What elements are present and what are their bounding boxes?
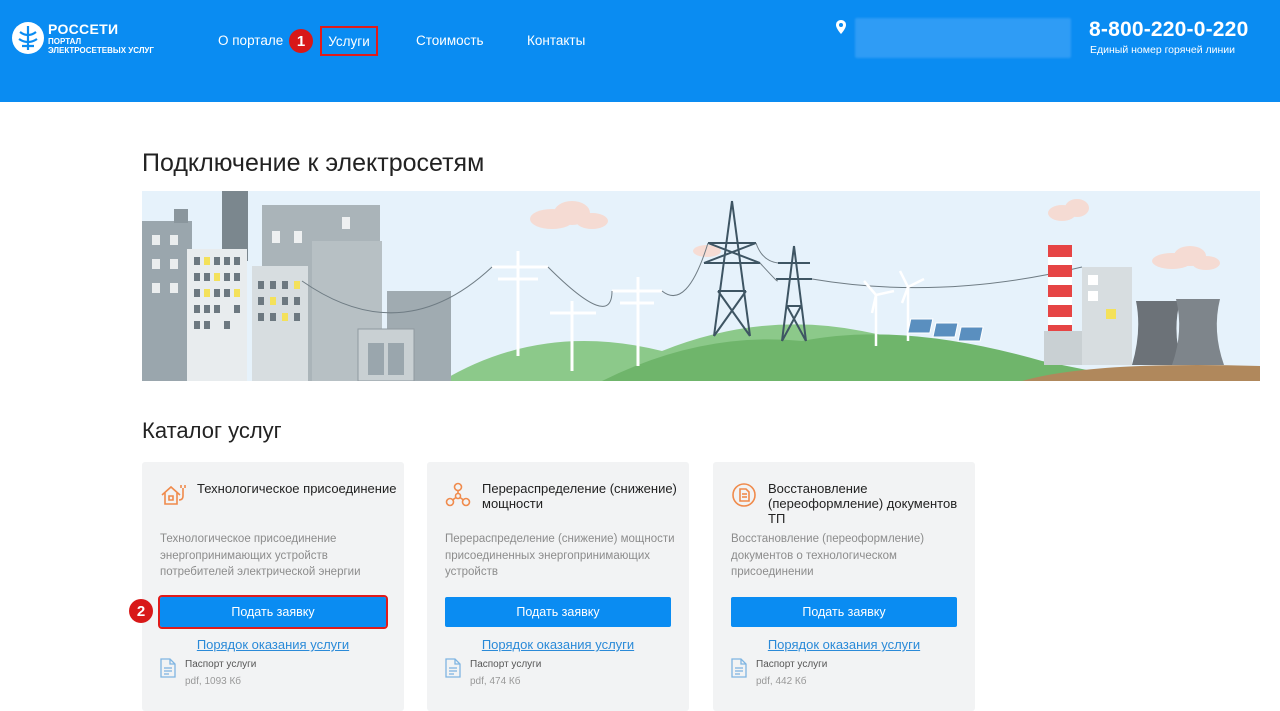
logo-icon bbox=[12, 22, 44, 54]
service-passport-link[interactable]: Паспорт услуги bbox=[185, 659, 256, 670]
service-procedure-link[interactable]: Порядок оказания услуги bbox=[142, 637, 404, 652]
step-badge-1: 1 bbox=[289, 29, 313, 53]
grid-connection-banner bbox=[142, 191, 1260, 381]
service-card-tech-connection: Технологическое присоединение Технологич… bbox=[129, 462, 404, 711]
submit-application-button[interactable]: Подать заявку bbox=[731, 597, 957, 627]
submit-application-button[interactable]: Подать заявку bbox=[445, 597, 671, 627]
catalog-title: Каталог услуг bbox=[142, 418, 282, 443]
service-procedure-link[interactable]: Порядок оказания услуги bbox=[713, 637, 975, 652]
file-meta: pdf, 442 Кб bbox=[756, 676, 807, 687]
region-selector[interactable] bbox=[855, 18, 1071, 58]
page-title: Подключение к электросетям bbox=[142, 149, 485, 177]
card-title: Восстановление (переоформление) документ… bbox=[768, 481, 958, 526]
hotline-caption: Единый номер горячей линии bbox=[1090, 44, 1236, 56]
card-title: Технологическое присоединение bbox=[197, 481, 397, 496]
nav-services[interactable]: Услуги bbox=[320, 26, 378, 56]
document-icon[interactable] bbox=[731, 658, 747, 683]
submit-application-button[interactable]: Подать заявку bbox=[158, 595, 388, 629]
hotline-phone[interactable]: 8-800-220-0-220 bbox=[1089, 18, 1248, 42]
service-procedure-link[interactable]: Порядок оказания услуги bbox=[427, 637, 689, 652]
card-description: Восстановление (переоформление) документ… bbox=[731, 533, 925, 578]
step-badge-2: 2 bbox=[129, 599, 153, 623]
logo-title: РОССЕТИ bbox=[48, 21, 119, 37]
house-plug-icon bbox=[160, 482, 186, 508]
rosseti-logo[interactable]: РОССЕТИ ПОРТАЛ ЭЛЕКТРОСЕТЕВЫХ УСЛУГ bbox=[12, 22, 154, 55]
location-pin-icon[interactable] bbox=[836, 20, 846, 39]
logo-subtitle-2: ЭЛЕКТРОСЕТЕВЫХ УСЛУГ bbox=[48, 46, 154, 55]
card-title: Перераспределение (снижение) мощности bbox=[482, 481, 677, 511]
nav-contacts[interactable]: Контакты bbox=[527, 33, 585, 48]
service-passport-link[interactable]: Паспорт услуги bbox=[470, 659, 541, 670]
card-description: Перераспределение (снижение) мощности пр… bbox=[445, 533, 675, 578]
logo-subtitle-1: ПОРТАЛ bbox=[48, 37, 82, 46]
file-meta: pdf, 474 Кб bbox=[470, 676, 521, 687]
document-icon[interactable] bbox=[160, 658, 176, 683]
nav-cost[interactable]: Стоимость bbox=[416, 33, 484, 48]
site-header: РОССЕТИ ПОРТАЛ ЭЛЕКТРОСЕТЕВЫХ УСЛУГ О по… bbox=[0, 0, 1280, 102]
card-description: Технологическое присоединение энергоприн… bbox=[160, 533, 361, 578]
document-icon[interactable] bbox=[445, 658, 461, 683]
service-passport-link[interactable]: Паспорт услуги bbox=[756, 659, 827, 670]
service-card-document-restoration: Восстановление (переоформление) документ… bbox=[713, 462, 975, 711]
file-meta: pdf, 1093 Кб bbox=[185, 676, 242, 687]
power-nodes-icon bbox=[445, 482, 471, 508]
document-refresh-icon bbox=[731, 482, 757, 508]
nav-about[interactable]: О портале bbox=[218, 33, 283, 48]
service-card-power-redistribution: Перераспределение (снижение) мощности Пе… bbox=[427, 462, 689, 711]
